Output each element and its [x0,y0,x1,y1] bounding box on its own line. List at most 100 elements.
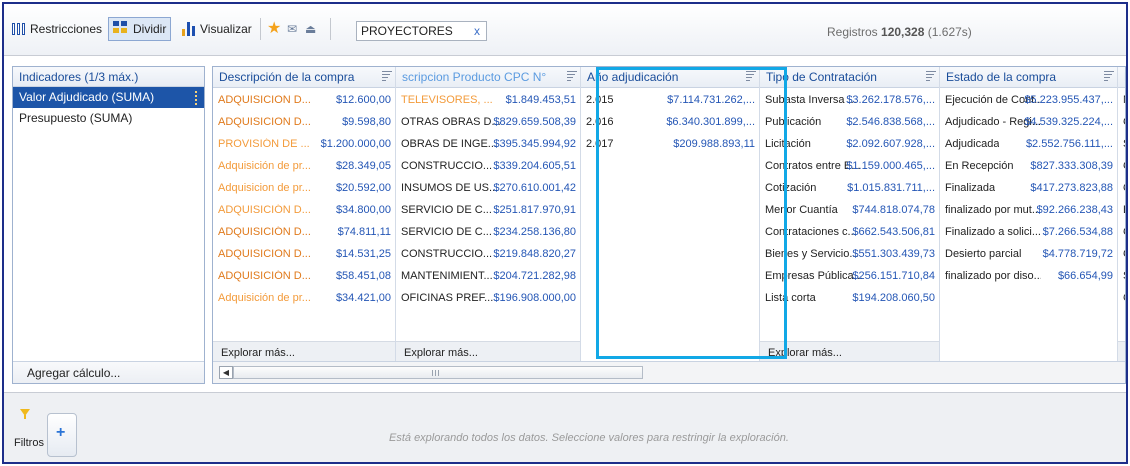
search-input[interactable]: PROYECTORES x [356,21,487,41]
table-row[interactable]: ADQUISICIÓN D... $34.800,00 [213,199,395,221]
indicator-label: Valor Adjudicado (SUMA) [19,90,155,104]
table-row[interactable]: Menor Cuantía $744.818.074,78 [760,199,939,221]
table-row[interactable]: Contratos entre E... $1.159.000.465,... [760,155,939,177]
table-row[interactable]: ADQUISICION D... $9.598,80 [213,111,395,133]
table-row[interactable]: Finalizada $417.273.823,88 [940,177,1117,199]
table-row[interactable]: TELEVISORES, ... $1.849.453,51 [396,89,580,111]
table-row[interactable]: SERVICIO DE C... $251.817.970,91 [396,199,580,221]
table-row[interactable]: NC [1118,89,1125,111]
row-value: $339.204.605,51 [493,160,576,172]
column-header[interactable]: No [1118,67,1125,88]
table-row[interactable]: CO [1118,243,1125,265]
table-row[interactable]: Licitación $2.092.607.928,... [760,133,939,155]
records-status: Registros 120,328 (1.627s) [827,25,972,39]
table-row[interactable]: MANTENIMIENT... $204.721.282,98 [396,265,580,287]
column-title: scripcion Producto CPC N° [402,70,547,84]
table-row[interactable]: Ejecución de Cont... $5.223.955.437,... [940,89,1117,111]
restrictions-button[interactable]: Restricciones [12,18,102,40]
table-row[interactable]: CU [1118,155,1125,177]
table-row[interactable]: OFICINAS PREF... $196.908.000,00 [396,287,580,309]
scroll-left-icon[interactable]: ◀ [219,366,233,379]
table-row[interactable]: ADQUISICION D... $14.531,25 [213,243,395,265]
table-row[interactable]: ADQUISICIÓN D... $74.811,11 [213,221,395,243]
sort-icon[interactable] [567,71,577,83]
table-row[interactable]: Cotización $1.015.831.711,... [760,177,939,199]
column-header[interactable]: Estado de la compra [940,67,1117,88]
row-value: $662.543.506,81 [852,226,935,238]
table-row[interactable]: Subasta Inversa ... $3.262.178.576,... [760,89,939,111]
table-row[interactable]: SERVICIO DE C... $234.258.136,80 [396,221,580,243]
table-row[interactable]: SE [1118,133,1125,155]
column-header[interactable]: Año adjudicación [581,67,759,88]
explore-more-button[interactable]: Explorar más... [213,341,395,363]
table-row[interactable]: Lista corta $194.208.060,50 [760,287,939,309]
table-row[interactable]: OBRAS DE INGE... $395.345.994,92 [396,133,580,155]
table-row[interactable]: Adquisición de pr... $28.349,05 [213,155,395,177]
table-row[interactable]: CU [1118,111,1125,133]
table-row[interactable]: QU [1118,177,1125,199]
add-filter-button[interactable]: + [47,413,77,457]
add-calculation-button[interactable]: Agregar cálculo... [13,361,204,383]
table-row[interactable]: Bienes y Servicio... $551.303.439,73 [760,243,939,265]
drag-handle-icon[interactable] [191,90,201,105]
row-label: SERVICIO DE C... [401,226,492,238]
indicator-item-valor-adjudicado[interactable]: Valor Adjudicado (SUMA) [13,87,204,108]
table-row[interactable]: SI [1118,265,1125,287]
table-row[interactable]: ADQUISICION D... $12.600,00 [213,89,395,111]
table-row[interactable]: OTRAS OBRAS D... $829.659.508,39 [396,111,580,133]
table-row[interactable]: CO [1118,287,1125,309]
horizontal-scrollbar[interactable]: ◀ [213,361,1125,383]
sort-icon[interactable] [382,71,392,83]
visualize-button[interactable]: Visualizar [182,18,252,40]
row-label: CU [1123,160,1125,172]
table-row[interactable]: Adquisición de pr... $34.421,00 [213,287,395,309]
table-row[interactable]: 2.015 $7.114.731.262,... [581,89,759,111]
table-row[interactable]: finalizado por mut... $92.266.238,43 [940,199,1117,221]
table-row[interactable]: Desierto parcial $4.778.719,72 [940,243,1117,265]
row-value: $9.598,80 [342,116,391,128]
filters-bar: Filtros + Está explorando todos los dato… [4,392,1126,462]
table-row[interactable]: CONSTRUCCIO... $339.204.605,51 [396,155,580,177]
export-button[interactable]: ⏏ [305,18,316,40]
table-row[interactable]: CONSTRUCCIO... $219.848.820,27 [396,243,580,265]
table-row[interactable]: Adquisicion de pr... $20.592,00 [213,177,395,199]
table-row[interactable]: INSUMOS DE US... $270.610.001,42 [396,177,580,199]
column-header[interactable]: scripcion Producto CPC N° [396,67,580,88]
sort-icon[interactable] [926,71,936,83]
table-row[interactable]: Finalizado a solici... $7.266.534,88 [940,221,1117,243]
row-value: $551.303.439,73 [852,248,935,260]
column-header[interactable]: Descripción de la compra [213,67,395,88]
table-row[interactable]: Adjudicado - Regi... $4.539.325.224,... [940,111,1117,133]
row-value: $6.340.301.899,... [666,116,755,128]
table-row[interactable]: EN [1118,199,1125,221]
table-row[interactable]: Empresas Pública... $256.151.710,84 [760,265,939,287]
clear-search-icon[interactable]: x [474,24,480,38]
favorite-button[interactable]: ★ [267,18,281,40]
filters-button[interactable]: Filtros [14,409,44,457]
table-row[interactable]: 2.017 $209.988.893,11 [581,133,759,155]
row-label: SE [1123,138,1125,150]
explore-more-button[interactable]: Explorar más... [396,341,580,363]
sort-icon[interactable] [746,71,756,83]
table-row[interactable]: Contrataciones c... $662.543.506,81 [760,221,939,243]
table-row[interactable]: Publicación $2.546.838.568,... [760,111,939,133]
sort-icon[interactable] [1104,71,1114,83]
table-row[interactable]: En Recepción $827.333.308,39 [940,155,1117,177]
row-value: $92.266.238,43 [1036,204,1113,216]
visualize-label: Visualizar [200,22,252,36]
table-row[interactable]: 2.016 $6.340.301.899,... [581,111,759,133]
table-row[interactable]: CU [1118,221,1125,243]
split-button[interactable]: Dividir [108,17,172,41]
column-header[interactable]: Tipo de Contratación [760,67,939,88]
scroll-thumb[interactable] [233,366,643,379]
explore-more-button[interactable]: Explorar más... [760,341,939,363]
indicator-item-presupuesto[interactable]: Presupuesto (SUMA) [13,108,204,129]
email-button[interactable]: ✉ [287,18,297,40]
row-value: $251.817.970,91 [493,204,576,216]
explore-more-button[interactable]: E [1118,341,1125,363]
table-row[interactable]: finalizado por diso... $66.654,99 [940,265,1117,287]
table-row[interactable]: Adjudicada $2.552.756.111,... [940,133,1117,155]
table-row[interactable]: ADQUISICIÓN D... $58.451,08 [213,265,395,287]
bar-chart-icon [182,22,196,36]
table-row[interactable]: PROVISIÓN DE ... $1.200.000,00 [213,133,395,155]
